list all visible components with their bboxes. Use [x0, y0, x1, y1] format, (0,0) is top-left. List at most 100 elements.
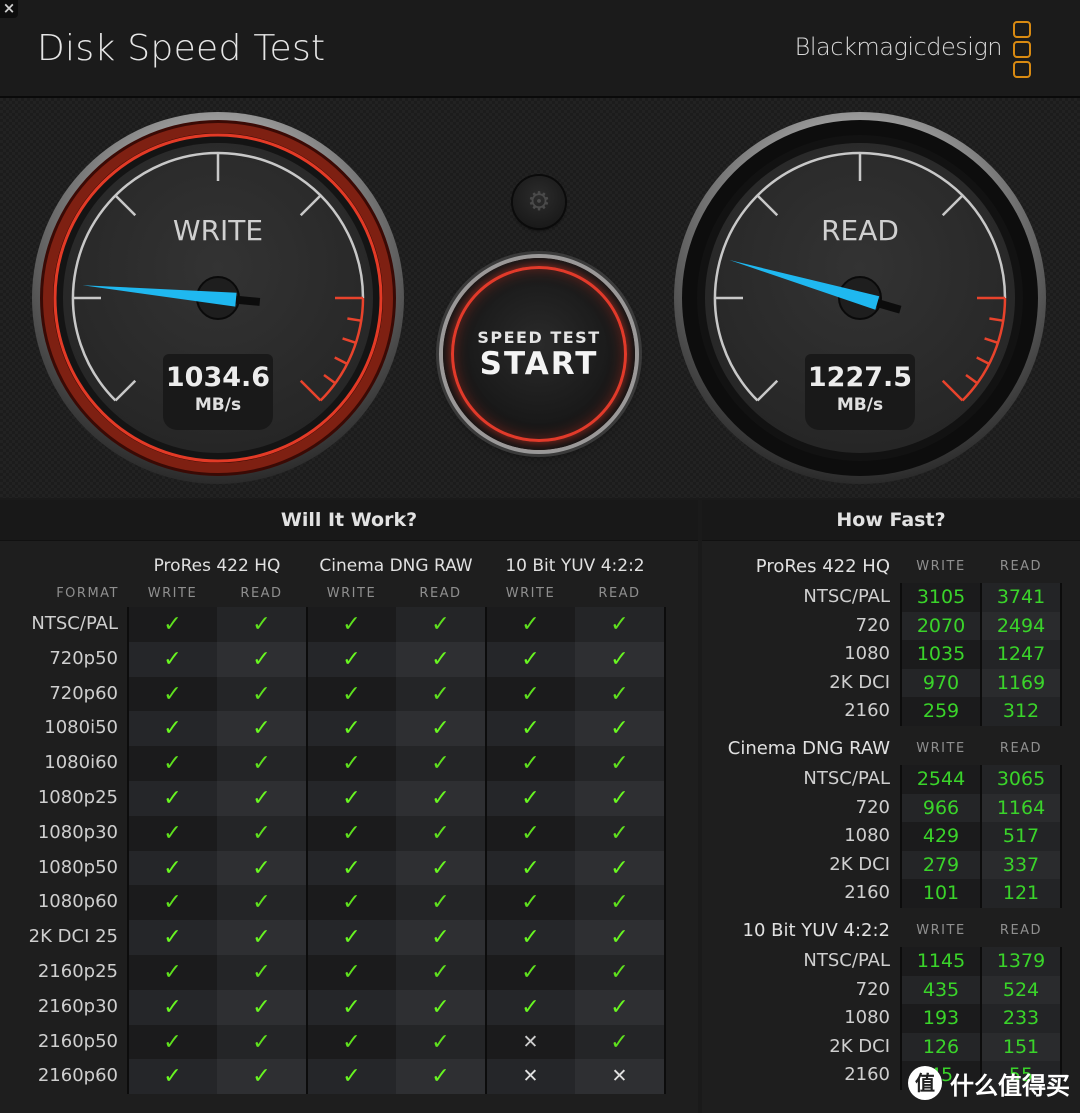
- format-label: 1080: [844, 825, 890, 846]
- compat-cell: ✓: [217, 1059, 306, 1095]
- format-label: 1080: [844, 1007, 890, 1028]
- wiw-subheader: WRITE: [326, 586, 377, 601]
- format-label: 1080p60: [37, 891, 118, 913]
- hf-write-header: WRITE: [916, 923, 966, 938]
- compat-cell: ✓: [128, 920, 217, 955]
- compat-cell: ✓: [575, 641, 664, 677]
- wiw-codec-yuv: 10 Bit YUV 4:2:2: [505, 556, 645, 576]
- compat-cell: ✓: [575, 885, 664, 921]
- compat-cell: ✓: [307, 711, 396, 747]
- read-fps-value: 3741: [982, 583, 1060, 612]
- compat-cell: ✓: [128, 641, 217, 677]
- hf-read-header: READ: [999, 559, 1043, 574]
- check-icon: ✓: [610, 751, 629, 777]
- check-icon: ✓: [163, 716, 182, 742]
- format-label: NTSC/PAL: [31, 613, 118, 634]
- check-icon: ✓: [521, 959, 540, 985]
- format-label: 2K DCI: [829, 671, 890, 693]
- read-readout: 1227.5 MB/s: [805, 354, 915, 430]
- write-fps-value: 101: [902, 879, 980, 908]
- watermark-badge: 值: [908, 1066, 942, 1100]
- format-label: 1080: [844, 643, 890, 664]
- will-it-work-title: Will It Work?: [0, 500, 698, 541]
- check-icon: ✓: [163, 959, 182, 985]
- format-label: 720: [855, 978, 890, 1000]
- gauge-panel: WRITE 1034.6 MB/s ⚙ SPEED TEST START REA…: [0, 98, 1080, 498]
- format-label: 1080p25: [37, 786, 118, 808]
- compat-cell: ✓: [128, 676, 217, 712]
- compat-cell: ✓: [217, 746, 306, 781]
- check-icon: ✓: [610, 820, 629, 846]
- compat-cell: ✓: [307, 954, 396, 990]
- table-row: 2K DCI 970 1169: [702, 668, 1080, 697]
- table-row: 1080 429 517: [702, 822, 1080, 851]
- compat-cell: ✓: [486, 989, 575, 1025]
- wiw-subheader: READ: [419, 586, 462, 601]
- compat-cell: ✓: [307, 641, 396, 677]
- compat-cell: ✓: [396, 885, 485, 921]
- format-label: 2K DCI 25: [28, 926, 118, 948]
- app-title: Disk Speed Test: [37, 28, 326, 69]
- format-label: 1080i50: [44, 717, 118, 739]
- check-icon: ✓: [610, 890, 629, 916]
- write-fps-value: 1035: [902, 640, 980, 669]
- table-row: 720 2070 2494: [702, 611, 1080, 640]
- compat-cell: ✓: [128, 1059, 217, 1095]
- format-label: 1080i60: [44, 752, 118, 774]
- check-icon: ✓: [610, 1029, 629, 1055]
- format-label: 1080p50: [37, 856, 118, 878]
- format-label: 720: [855, 614, 890, 636]
- write-fps-value: 3105: [902, 583, 980, 612]
- compat-cell: ✓: [575, 920, 664, 955]
- format-label: 2160: [844, 882, 890, 903]
- compat-cell: ✓: [396, 1024, 485, 1060]
- check-icon: ✓: [521, 785, 540, 811]
- check-icon: ✓: [252, 785, 271, 811]
- compat-cell: ✓: [396, 1059, 485, 1095]
- check-icon: ✓: [342, 925, 361, 951]
- compat-cell: ✓: [217, 780, 306, 816]
- compat-cell: ✓: [486, 607, 575, 642]
- wiw-codec-cdng: Cinema DNG RAW: [319, 556, 473, 576]
- compat-cell: ✓: [396, 711, 485, 747]
- close-button[interactable]: ×: [0, 0, 18, 18]
- blackmagic-logo-icon: [1013, 21, 1031, 81]
- check-icon: ✓: [521, 855, 540, 881]
- compat-cell: ✓: [486, 885, 575, 921]
- check-icon: ✓: [163, 994, 182, 1020]
- cross-icon: ✕: [522, 1065, 539, 1088]
- compat-cell: ✓: [217, 1024, 306, 1060]
- column-divider: [127, 607, 129, 1094]
- write-fps-value: 279: [902, 850, 980, 879]
- settings-button[interactable]: ⚙: [513, 176, 565, 228]
- write-speed-value: 1034.6: [165, 362, 271, 393]
- compat-cell: ✕: [486, 1059, 575, 1095]
- read-fps-value: 337: [982, 850, 1060, 879]
- check-icon: ✓: [252, 751, 271, 777]
- write-fps-value: 429: [902, 822, 980, 851]
- compat-cell: ✓: [396, 607, 485, 642]
- check-icon: ✓: [431, 681, 450, 707]
- compat-cell: ✓: [307, 1059, 396, 1095]
- compat-cell: ✓: [575, 989, 664, 1025]
- check-icon: ✓: [431, 1029, 450, 1055]
- format-label: 720: [855, 796, 890, 818]
- start-button[interactable]: SPEED TEST START: [443, 258, 635, 450]
- compat-cell: ✓: [128, 711, 217, 747]
- compat-cell: ✓: [217, 989, 306, 1025]
- format-label: 2160p60: [37, 1065, 118, 1087]
- column-divider: [1060, 583, 1062, 726]
- compat-cell: ✓: [217, 676, 306, 712]
- hf-read-header: READ: [999, 741, 1043, 756]
- compat-cell: ✓: [307, 989, 396, 1025]
- read-fps-value: 3065: [982, 765, 1060, 794]
- format-label: 720p50: [49, 647, 118, 669]
- compat-cell: ✓: [217, 641, 306, 677]
- check-icon: ✓: [342, 855, 361, 881]
- cross-icon: ✕: [611, 1065, 628, 1088]
- compat-cell: ✓: [486, 746, 575, 781]
- column-divider: [900, 765, 902, 908]
- compat-cell: ✓: [217, 850, 306, 886]
- compat-cell: ✓: [128, 850, 217, 886]
- column-divider: [485, 607, 487, 1094]
